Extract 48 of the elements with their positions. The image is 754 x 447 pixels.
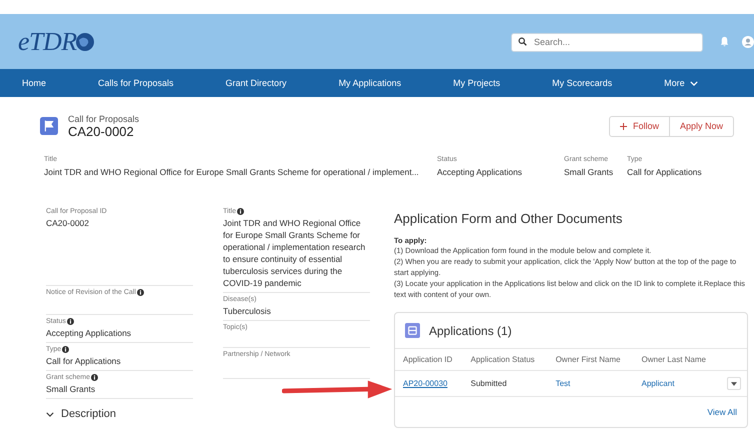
- card-title: Applications (1): [429, 324, 512, 338]
- field-value: Call for Applications: [46, 355, 122, 367]
- nav-tab[interactable]: Home: [22, 75, 46, 91]
- nav-tab[interactable]: My Scorecards: [552, 75, 612, 91]
- field-value: CA20-0002: [46, 217, 90, 229]
- record-link[interactable]: AP20-00030: [403, 379, 448, 388]
- table-cell: Submitted: [470, 379, 507, 388]
- nav-tab[interactable]: Grant Directory: [226, 75, 287, 91]
- flag-icon: [40, 117, 58, 135]
- description-section-toggle[interactable]: Description: [46, 408, 116, 420]
- plus-icon: [620, 122, 627, 130]
- follow-button[interactable]: Follow: [608, 116, 670, 136]
- chevron-icon: [46, 412, 54, 416]
- nav-tab[interactable]: More: [664, 75, 698, 91]
- record-link[interactable]: Test: [556, 379, 570, 388]
- nav-tab[interactable]: My Projects: [453, 75, 500, 91]
- nav-tab[interactable]: Calls for Proposals: [98, 75, 174, 91]
- record-link[interactable]: Applicant: [642, 379, 674, 388]
- field-value: Tuberculosis: [223, 305, 272, 317]
- column-header[interactable]: Owner Last Name: [634, 349, 719, 370]
- column-header[interactable]: Owner First Name: [548, 349, 634, 370]
- nav-tab[interactable]: My Applications: [338, 75, 402, 91]
- column-header[interactable]: Application Status: [462, 349, 548, 370]
- field-value: Joint TDR and WHO Regional Office for Europe Small Grants Scheme for operational / implement...: [44, 167, 420, 177]
- record-type: Call for Proposals: [68, 114, 140, 124]
- search-icon: [518, 37, 527, 46]
- field-value: Small Grants: [46, 383, 96, 395]
- section-heading: Application Form and Other Documents: [394, 211, 624, 226]
- field-value: Small Grants: [564, 167, 614, 177]
- applications-icon: [405, 323, 420, 338]
- field-value: Joint TDR and WHO Regional Office for Europe Small Grants Scheme for operational / implementation research to ensure continuity of essential tuberculosis services during the COVID-19 pandemic: [223, 217, 366, 289]
- caret-down-icon: [731, 382, 737, 386]
- info-icon[interactable]: [236, 208, 244, 215]
- row-actions-button[interactable]: [727, 377, 741, 390]
- logo[interactable]: eTDR: [18, 26, 95, 56]
- column-header[interactable]: Application ID: [395, 349, 463, 370]
- record-name: CA20-0002: [68, 124, 134, 138]
- info-icon[interactable]: [62, 346, 70, 353]
- field-value: Accepting Applications: [437, 167, 524, 177]
- search-field[interactable]: Search...: [511, 32, 703, 52]
- info-icon[interactable]: [90, 374, 98, 381]
- apply-now-button[interactable]: Apply Now: [670, 116, 734, 136]
- field-value: Accepting Applications: [46, 327, 132, 339]
- view-all-link[interactable]: View All: [707, 407, 737, 417]
- field-value: Call for Applications: [627, 167, 702, 177]
- info-icon[interactable]: [66, 318, 74, 325]
- info-icon[interactable]: [136, 289, 144, 296]
- chevron-down-icon: [690, 80, 698, 86]
